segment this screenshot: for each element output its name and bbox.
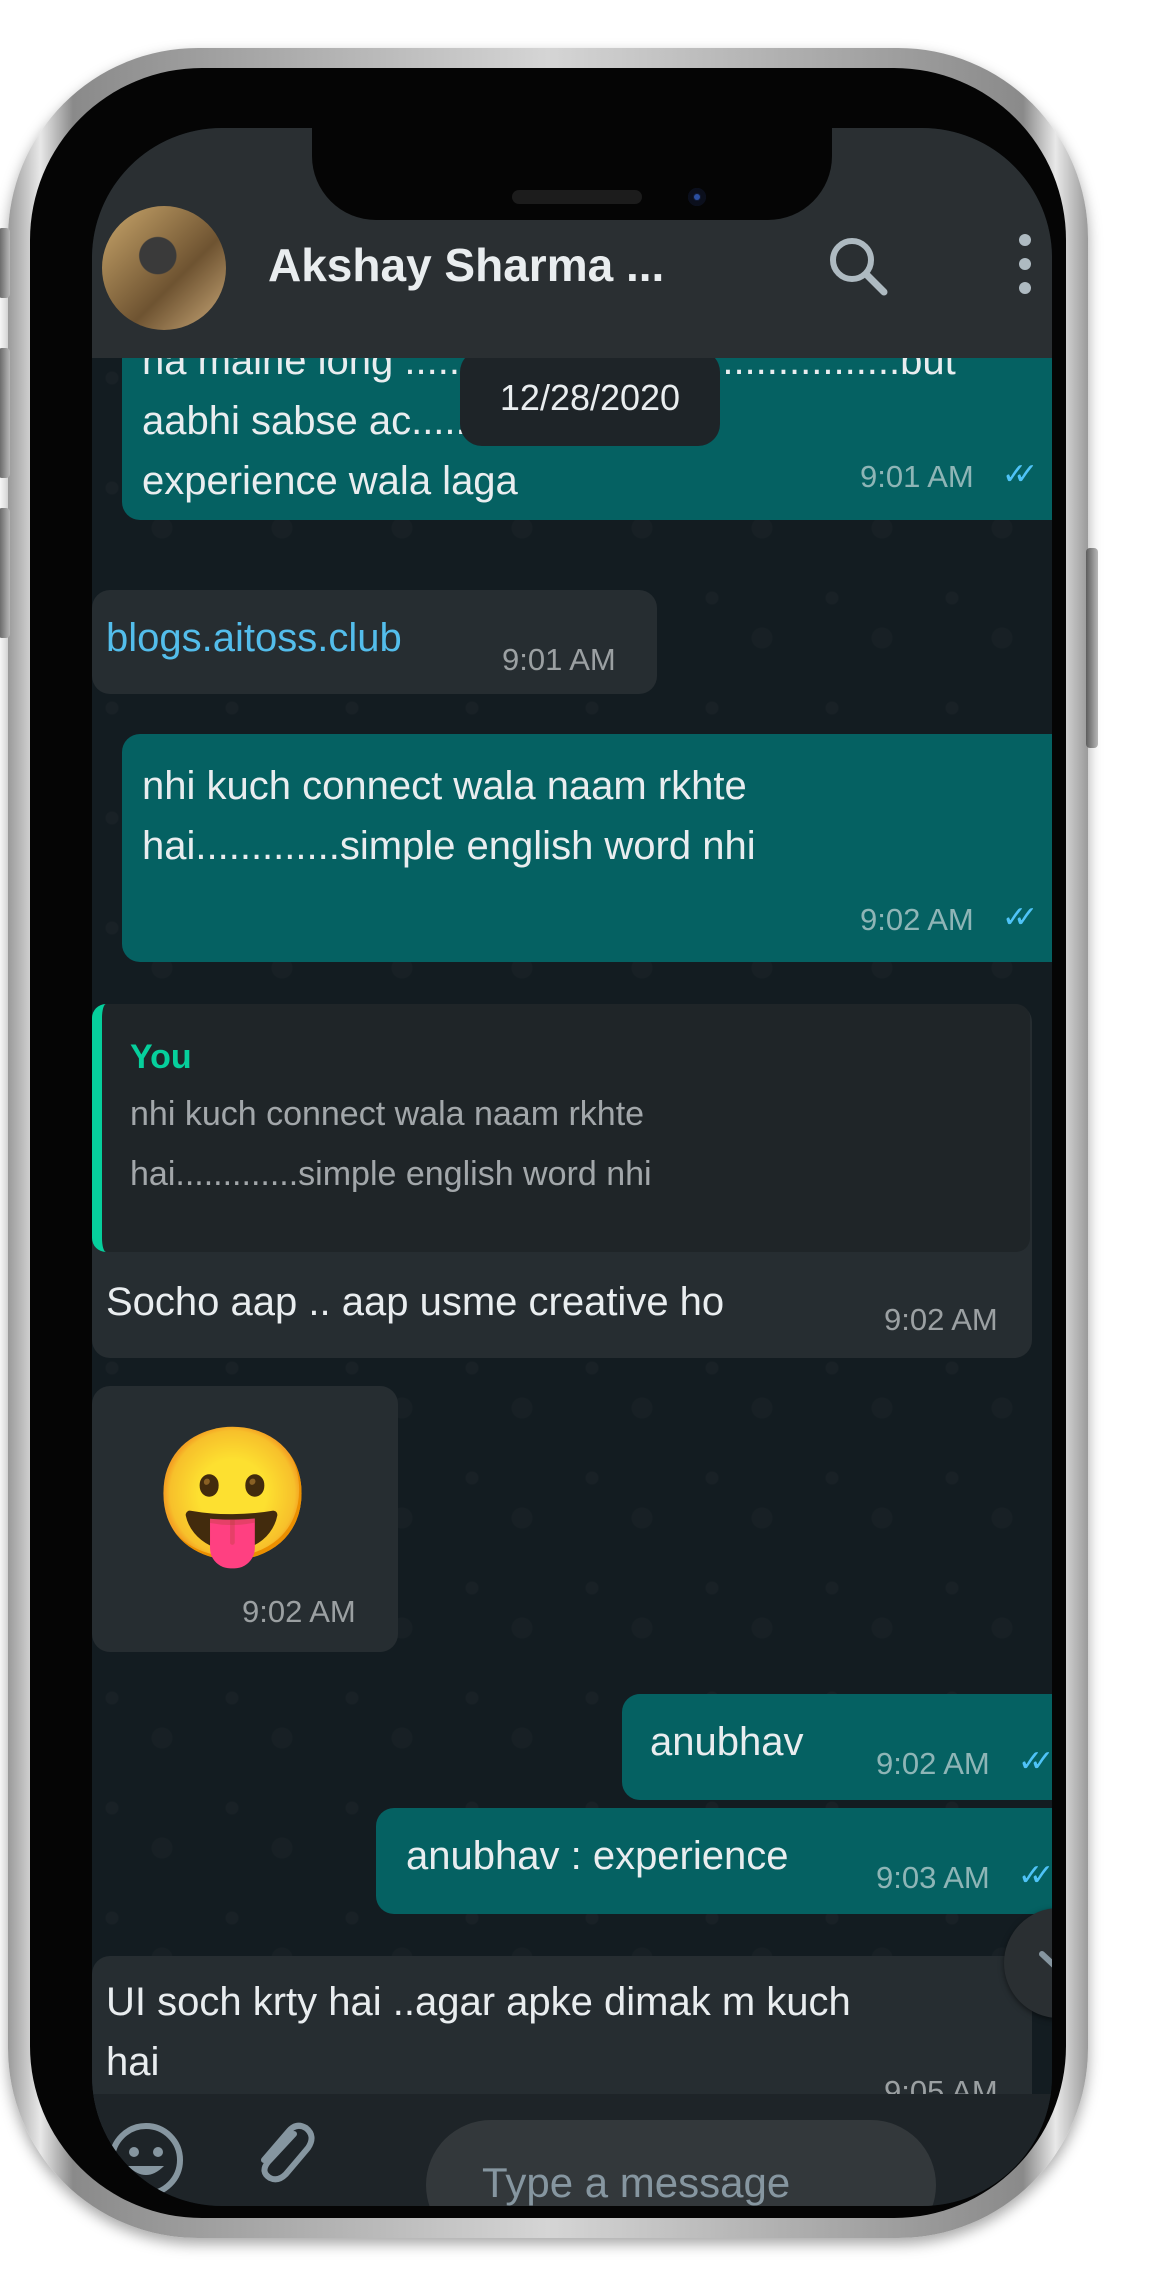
chat-screen: ha maine long ........... socho tha ....…: [92, 128, 1052, 2206]
message-input-container[interactable]: [426, 2120, 936, 2206]
message-text: Socho aap .. aap usme creative ho: [106, 1280, 725, 1324]
message-bubble-outgoing[interactable]: anubhav 9:02 AM ✓✓: [622, 1694, 1052, 1800]
message-link[interactable]: blogs.aitoss.club: [106, 608, 402, 668]
scroll-down-button[interactable]: [1004, 1908, 1052, 2018]
message-bubble-incoming[interactable]: You nhi kuch connect wala naam rkhte hai…: [92, 1004, 1032, 1358]
mute-switch: [0, 228, 10, 298]
message-time: 9:03 AM: [876, 1860, 990, 1895]
message-text: UI soch krty hai ..agar apke dimak m kuc…: [106, 1980, 851, 2084]
phone-bezel: ha maine long ........... socho tha ....…: [30, 68, 1066, 2218]
message-time: 9:02 AM: [884, 1302, 998, 1337]
contact-name[interactable]: Akshay Sharma ...: [268, 238, 664, 292]
message-bubble-incoming[interactable]: blogs.aitoss.club 9:01 AM: [92, 590, 657, 694]
scroll-down-icon: [1039, 1951, 1052, 1968]
power-button: [1086, 548, 1098, 748]
emoji-icon[interactable]: [104, 2118, 188, 2202]
message-time: 9:01 AM: [860, 459, 974, 494]
message-time: 9:02 AM: [876, 1746, 990, 1781]
front-camera: [688, 188, 706, 206]
message-input[interactable]: [480, 2152, 904, 2206]
message-bubble-outgoing[interactable]: anubhav : experience 9:03 AM ✓✓: [376, 1808, 1052, 1914]
message-bubble-outgoing[interactable]: nhi kuch connect wala naam rkhte hai....…: [122, 734, 1052, 962]
volume-up-button: [0, 348, 10, 478]
message-text: anubhav: [650, 1720, 804, 1764]
read-ticks-icon: ✓✓: [1002, 458, 1038, 491]
avatar[interactable]: [102, 206, 226, 330]
tongue-out-emoji: 😛: [152, 1421, 314, 1567]
read-ticks-icon: ✓✓: [1018, 1745, 1052, 1778]
message-text: nhi kuch connect wala naam rkhte hai....…: [142, 764, 756, 868]
search-icon[interactable]: [824, 232, 894, 302]
menu-icon[interactable]: [1010, 228, 1040, 308]
message-time: 9:02 AM: [242, 1594, 356, 1629]
quoted-text: nhi kuch connect wala naam rkhte hai....…: [130, 1095, 652, 1193]
message-time: 9:02 AM: [860, 902, 974, 937]
speaker-grille: [512, 190, 642, 204]
phone-notch: [312, 128, 832, 220]
message-time: 9:01 AM: [502, 642, 616, 677]
phone-frame: ha maine long ........... socho tha ....…: [0, 48, 1098, 2238]
message-text: anubhav : experience: [406, 1834, 789, 1878]
quoted-author: You: [130, 1038, 192, 1076]
date-chip: 12/28/2020: [460, 350, 720, 446]
message-bubble-incoming[interactable]: 😛 9:02 AM: [92, 1386, 398, 1652]
volume-down-button: [0, 508, 10, 638]
attach-icon[interactable]: [242, 2114, 322, 2194]
read-ticks-icon: ✓✓: [1018, 1859, 1052, 1892]
read-ticks-icon: ✓✓: [1002, 901, 1038, 934]
quoted-message[interactable]: You nhi kuch connect wala naam rkhte hai…: [92, 1004, 1030, 1252]
